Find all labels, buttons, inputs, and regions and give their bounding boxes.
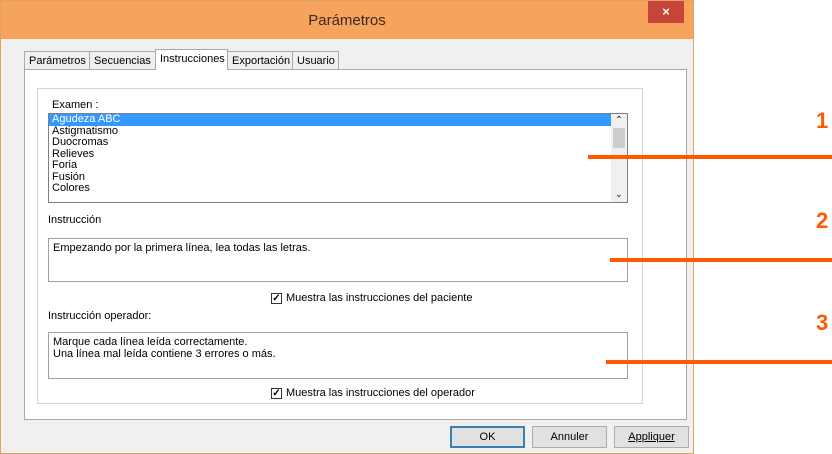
- chevron-down-icon[interactable]: ⌄: [611, 188, 627, 202]
- parameters-dialog: Parámetros × Parámetros Secuencias Instr…: [0, 0, 694, 454]
- scroll-thumb[interactable]: [613, 128, 625, 148]
- callout-line-3: [606, 360, 832, 364]
- exam-listbox[interactable]: Agudeza ABC Astigmatismo Duocromas Relie…: [48, 113, 628, 203]
- list-item[interactable]: Colores: [49, 182, 627, 195]
- list-item[interactable]: Fusión: [49, 171, 627, 184]
- list-item[interactable]: Agudeza ABC: [49, 114, 627, 126]
- close-icon: ×: [662, 4, 670, 19]
- cancel-button[interactable]: Annuler: [532, 426, 607, 448]
- instruction-label: Instrucción: [48, 214, 102, 226]
- tab-usuario[interactable]: Usuario: [292, 51, 339, 69]
- tab-instrucciones[interactable]: Instrucciones: [155, 49, 228, 70]
- close-button[interactable]: ×: [648, 1, 684, 23]
- callout-line-2: [610, 258, 832, 262]
- check-icon: ✓: [271, 292, 282, 304]
- show-operator-instructions-checkbox[interactable]: ✓ Muestra las instrucciones del operador: [271, 387, 475, 399]
- tab-exportacion[interactable]: Exportación: [227, 51, 293, 69]
- callout-number-1: 1: [816, 108, 829, 133]
- exam-label: Examen :: [52, 99, 99, 111]
- list-item[interactable]: Astigmatismo: [49, 125, 627, 138]
- operator-instruction-field[interactable]: Marque cada línea leída correctamente. U…: [48, 332, 628, 379]
- show-patient-instructions-checkbox[interactable]: ✓ Muestra las instrucciones del paciente: [271, 292, 472, 304]
- tab-secuencias[interactable]: Secuencias: [89, 51, 156, 69]
- ok-button[interactable]: OK: [450, 426, 525, 448]
- list-item[interactable]: Relieves: [49, 148, 627, 161]
- title-bar[interactable]: Parámetros ×: [1, 1, 693, 39]
- tab-parametros[interactable]: Parámetros: [24, 51, 90, 69]
- callout-number-3: 3: [816, 310, 829, 335]
- apply-button[interactable]: Appliquer: [614, 426, 689, 448]
- chevron-up-icon[interactable]: ⌃: [611, 114, 627, 128]
- callout-number-2: 2: [816, 208, 829, 233]
- list-item[interactable]: Foria: [49, 159, 627, 172]
- patient-instruction-field[interactable]: Empezando por la primera línea, lea toda…: [48, 238, 628, 282]
- callout-line-1: [588, 155, 832, 159]
- show-operator-instructions-label: Muestra las instrucciones del operador: [286, 387, 475, 399]
- show-patient-instructions-label: Muestra las instrucciones del paciente: [286, 292, 473, 304]
- operator-instruction-label: Instrucción operador:: [48, 310, 152, 322]
- window-title: Parámetros: [308, 12, 386, 29]
- check-icon: ✓: [271, 387, 282, 399]
- list-item[interactable]: Duocromas: [49, 136, 627, 149]
